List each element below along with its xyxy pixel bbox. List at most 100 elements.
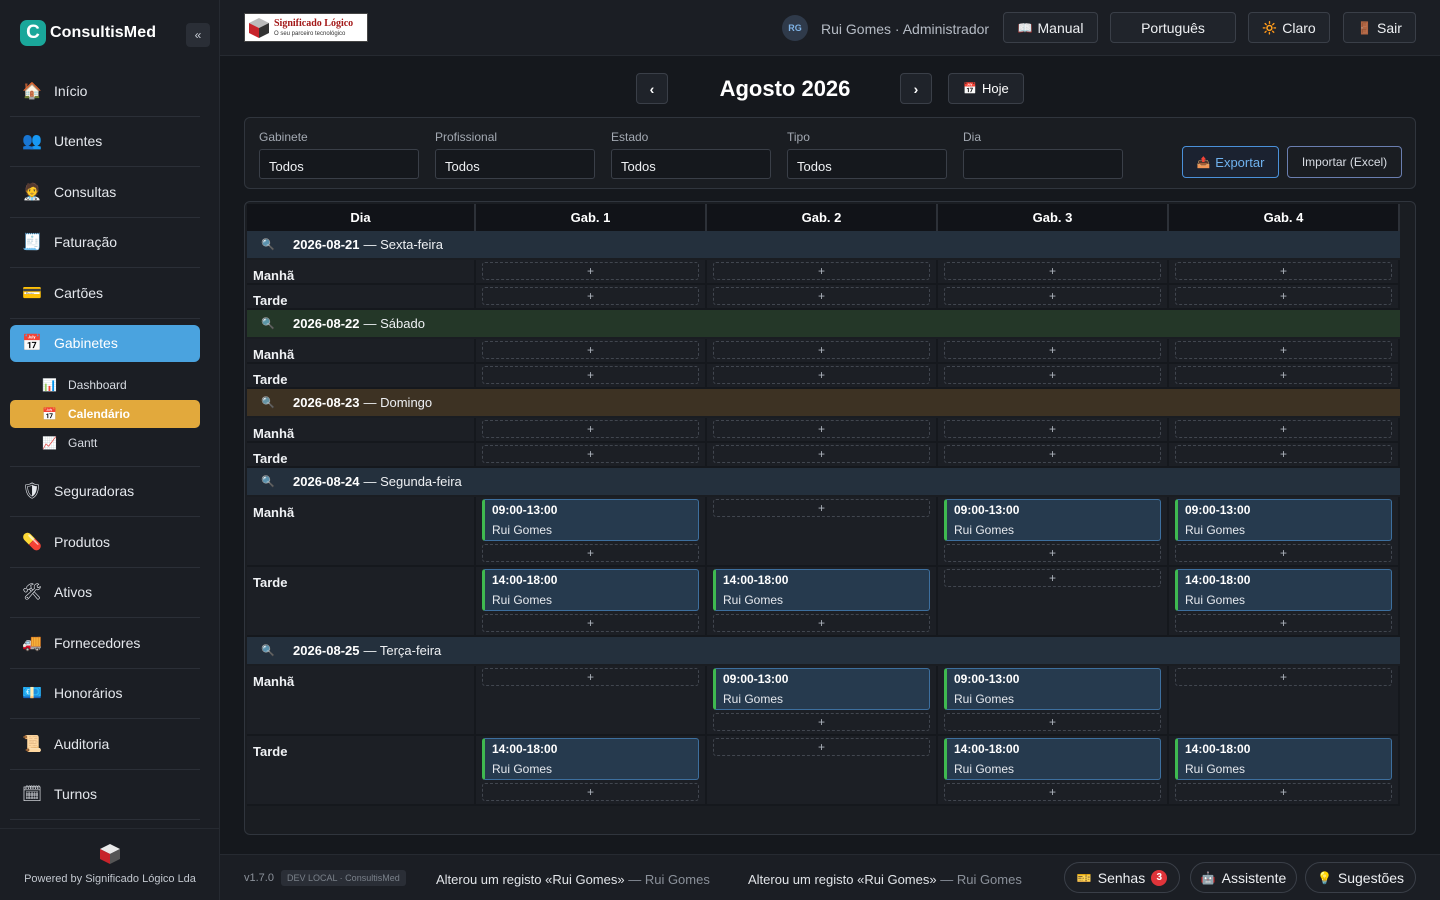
company-logo[interactable]: Significado Lógico O seu parceiro tecnol… [244,13,368,42]
senhas-button[interactable]: 🎫 Senhas 3 [1064,862,1180,893]
add-booking-button[interactable]: + [1175,366,1392,384]
add-booking-button[interactable]: + [482,614,699,632]
subnav-item-dashboard[interactable]: 📊 Dashboard [10,370,200,400]
sidebar-item-seguradoras[interactable]: 🛡 Seguradoras [10,467,200,517]
import-excel-button[interactable]: Importar (Excel) [1287,146,1402,178]
add-booking-button[interactable]: + [944,544,1161,562]
search-icon[interactable]: 🔍 [261,396,279,409]
add-booking-button[interactable]: + [482,783,699,801]
add-booking-button[interactable]: + [482,366,699,384]
booking-card[interactable]: 14:00-18:00 Rui Gomes [713,569,930,611]
profissional-select[interactable]: Todos [435,149,595,179]
day-header-row[interactable]: 🔍 2026-08-21— Sexta-feira [247,231,1400,258]
sidebar-item-cartoes[interactable]: 💳 Cartões [10,268,200,319]
add-booking-button[interactable]: + [1175,341,1392,359]
add-booking-button[interactable]: + [713,287,930,305]
add-booking-button[interactable]: + [1175,614,1392,632]
booking-card[interactable]: 14:00-18:00 Rui Gomes [482,569,699,611]
add-booking-button[interactable]: + [944,569,1161,587]
add-booking-button[interactable]: + [713,341,930,359]
manual-button[interactable]: 📖 Manual [1003,12,1098,43]
sidebar-item-turnos[interactable]: 🗓 Turnos [10,770,200,820]
avatar[interactable]: RG [782,15,808,41]
sugestoes-button[interactable]: 💡 Sugestões [1305,862,1416,893]
export-button[interactable]: 📤 Exportar [1182,146,1279,178]
collapse-sidebar-button[interactable]: « [186,23,210,47]
sidebar-item-produtos[interactable]: 💊 Produtos [10,517,200,568]
sidebar-item-inicio[interactable]: 🏠 Início [10,66,200,117]
brand[interactable]: C ConsultisMed [20,20,156,46]
add-booking-button[interactable]: + [713,614,930,632]
booking-card[interactable]: 14:00-18:00 Rui Gomes [482,738,699,780]
booking-card[interactable]: 09:00-13:00 Rui Gomes [482,499,699,541]
sidebar-item-ativos[interactable]: 🛠 Ativos [10,568,200,618]
language-button[interactable]: Português [1110,12,1236,43]
subnav-item-calendario[interactable]: 📅 Calendário [10,399,200,428]
add-booking-button[interactable]: + [944,366,1161,384]
dia-input[interactable] [963,149,1123,179]
gabinete-select[interactable]: Todos [259,149,419,179]
add-booking-button[interactable]: + [482,544,699,562]
sidebar-item-honorarios[interactable]: 💶 Honorários [10,669,200,719]
booking-card[interactable]: 09:00-13:00 Rui Gomes [944,668,1161,710]
add-booking-button[interactable]: + [713,713,930,731]
sidebar-item-auditoria[interactable]: 📜 Auditoria [10,719,200,770]
add-booking-button[interactable]: + [1175,445,1392,463]
add-booking-button[interactable]: + [482,420,699,438]
activity-log-item[interactable]: Alterou um registo «Rui Gomes» — Rui Gom… [436,872,710,887]
tipo-select[interactable]: Todos [787,149,947,179]
add-booking-button[interactable]: + [944,262,1161,280]
add-booking-button[interactable]: + [482,262,699,280]
add-booking-button[interactable]: + [944,341,1161,359]
add-booking-button[interactable]: + [482,341,699,359]
sidebar-item-fornecedores[interactable]: 🚚 Fornecedores [10,618,200,669]
day-header-row[interactable]: 🔍 2026-08-24— Segunda-feira [247,468,1400,495]
assistente-button[interactable]: 🤖 Assistente [1190,862,1297,893]
next-month-button[interactable]: › [900,73,932,104]
add-booking-button[interactable]: + [713,499,930,517]
search-icon[interactable]: 🔍 [261,238,279,251]
add-booking-button[interactable]: + [482,668,699,686]
prev-month-button[interactable]: ‹ [636,73,668,104]
add-booking-button[interactable]: + [944,783,1161,801]
sidebar-item-gabinetes[interactable]: 📅 Gabinetes [10,324,200,362]
add-booking-button[interactable]: + [1175,420,1392,438]
add-booking-button[interactable]: + [713,738,930,756]
booking-card[interactable]: 09:00-13:00 Rui Gomes [713,668,930,710]
add-booking-button[interactable]: + [482,287,699,305]
logout-button[interactable]: 🚪 Sair [1343,12,1416,43]
add-booking-button[interactable]: + [1175,262,1392,280]
add-booking-button[interactable]: + [944,713,1161,731]
sidebar-item-utentes[interactable]: 👥 Utentes [10,117,200,167]
add-booking-button[interactable]: + [1175,783,1392,801]
add-booking-button[interactable]: + [1175,287,1392,305]
add-booking-button[interactable]: + [944,420,1161,438]
search-icon[interactable]: 🔍 [261,475,279,488]
add-booking-button[interactable]: + [713,262,930,280]
add-booking-button[interactable]: + [1175,544,1392,562]
add-booking-button[interactable]: + [482,445,699,463]
add-booking-button[interactable]: + [713,420,930,438]
today-button[interactable]: 📅 Hoje [948,73,1024,104]
search-icon[interactable]: 🔍 [261,317,279,330]
booking-card[interactable]: 09:00-13:00 Rui Gomes [1175,499,1392,541]
activity-log-item[interactable]: Alterou um registo «Rui Gomes» — Rui Gom… [748,872,1022,887]
sidebar-item-faturacao[interactable]: 🧾 Faturação [10,218,200,268]
subnav-item-gantt[interactable]: 📈 Gantt [10,428,200,458]
day-header-row[interactable]: 🔍 2026-08-23— Domingo [247,389,1400,416]
booking-card[interactable]: 14:00-18:00 Rui Gomes [1175,569,1392,611]
add-booking-button[interactable]: + [713,366,930,384]
sidebar-item-consultas[interactable]: 🧑‍⚕️ Consultas [10,167,200,218]
theme-toggle-button[interactable]: 🔆 Claro [1248,12,1330,43]
search-icon[interactable]: 🔍 [261,644,279,657]
estado-select[interactable]: Todos [611,149,771,179]
add-booking-button[interactable]: + [944,445,1161,463]
booking-card[interactable]: 14:00-18:00 Rui Gomes [944,738,1161,780]
add-booking-button[interactable]: + [944,287,1161,305]
day-header-row[interactable]: 🔍 2026-08-22— Sábado [247,310,1400,337]
add-booking-button[interactable]: + [713,445,930,463]
day-header-row[interactable]: 🔍 2026-08-25— Terça-feira [247,637,1400,664]
add-booking-button[interactable]: + [1175,668,1392,686]
booking-card[interactable]: 14:00-18:00 Rui Gomes [1175,738,1392,780]
booking-card[interactable]: 09:00-13:00 Rui Gomes [944,499,1161,541]
